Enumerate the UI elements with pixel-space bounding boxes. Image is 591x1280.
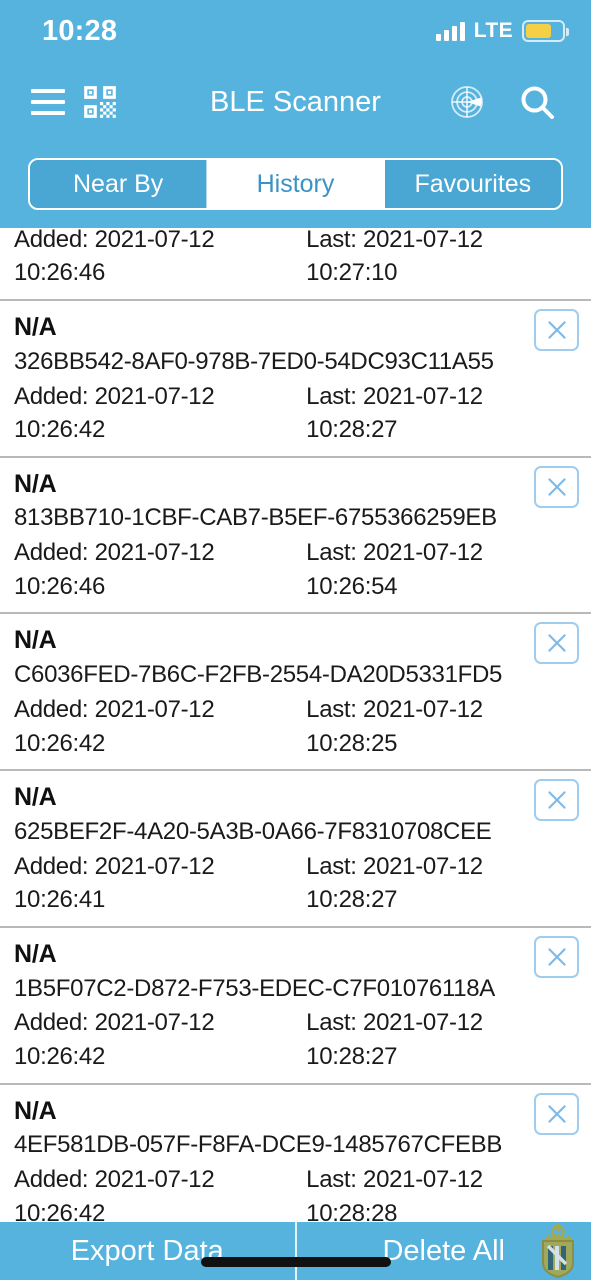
qr-code-icon[interactable] bbox=[74, 76, 126, 128]
device-name: N/A bbox=[14, 469, 57, 498]
segmented-tab-bar: Near By History Favourites bbox=[28, 158, 563, 210]
device-uuid: C6036FED-7B6C-F2FB-2554-DA20D5331FD5 bbox=[14, 661, 503, 689]
device-added-time: Added: 2021-07-12 10:26:46 bbox=[14, 539, 215, 600]
device-timestamps: Added: 2021-07-12 10:26:42 Last: 2021-07… bbox=[14, 693, 577, 760]
device-last-seen-time: Last: 2021-07-12 10:28:28 bbox=[306, 1166, 483, 1222]
device-name: N/A bbox=[14, 312, 57, 341]
table-row[interactable]: 5524A5CD-40BA-4A9B-4761-A89074D0D2C6 Add… bbox=[0, 228, 591, 301]
device-name: N/A bbox=[14, 626, 57, 655]
device-timestamps: Added: 2021-07-12 10:26:46 Last: 2021-07… bbox=[14, 228, 577, 290]
phone-screen: 10:28 LTE BLE Scanner Near By History Fa… bbox=[0, 0, 591, 1280]
device-name: N/A bbox=[14, 783, 57, 812]
device-last-seen-time: Last: 2021-07-12 10:28:25 bbox=[306, 696, 483, 757]
tab-bar-container: Near By History Favourites bbox=[0, 142, 591, 228]
table-row[interactable]: N/A 4EF581DB-057F-F8FA-DCE9-1485767CFEBB… bbox=[0, 1084, 591, 1222]
status-bar-indicators: LTE bbox=[435, 19, 569, 43]
table-row[interactable]: N/A 813BB710-1CBF-CAB7-B5EF-6755366259EB… bbox=[0, 457, 591, 615]
device-name: N/A bbox=[14, 939, 57, 968]
close-x-icon[interactable] bbox=[534, 622, 579, 665]
tab-favourites[interactable]: Favourites bbox=[384, 160, 561, 208]
close-x-icon[interactable] bbox=[534, 779, 579, 822]
tab-history[interactable]: History bbox=[207, 160, 385, 208]
home-indicator[interactable] bbox=[200, 1257, 391, 1267]
app-header: BLE Scanner bbox=[0, 62, 591, 142]
battery-fill bbox=[526, 24, 552, 38]
device-added-time: Added: 2021-07-12 10:26:41 bbox=[14, 852, 215, 914]
device-added-time: Added: 2021-07-12 10:26:42 bbox=[14, 382, 215, 444]
device-last-seen-time: Last: 2021-07-12 10:27:10 bbox=[306, 228, 483, 287]
device-timestamps: Added: 2021-07-12 10:26:42 Last: 2021-07… bbox=[14, 1163, 577, 1222]
export-data-button[interactable]: Export Data bbox=[0, 1222, 295, 1280]
device-timestamps: Added: 2021-07-12 10:26:42 Last: 2021-07… bbox=[14, 1006, 577, 1073]
coat-of-arms-watermark-icon bbox=[531, 1220, 585, 1279]
tab-near-by[interactable]: Near By bbox=[30, 160, 208, 208]
close-x-icon[interactable] bbox=[534, 308, 579, 351]
network-type-label: LTE bbox=[473, 19, 513, 42]
device-last-seen-time: Last: 2021-07-12 10:28:27 bbox=[306, 382, 483, 444]
device-uuid: 326BB542-8AF0-978B-7ED0-54DC93C11A55 bbox=[14, 347, 494, 375]
device-timestamps: Added: 2021-07-12 10:26:41 Last: 2021-07… bbox=[14, 850, 577, 917]
close-x-icon[interactable] bbox=[534, 1092, 579, 1135]
device-timestamps: Added: 2021-07-12 10:26:42 Last: 2021-07… bbox=[14, 380, 577, 447]
device-uuid: 625BEF2F-4A20-5A3B-0A66-7F8310708CEE bbox=[14, 817, 492, 845]
hamburger-menu-icon[interactable] bbox=[22, 76, 74, 128]
device-last-seen-time: Last: 2021-07-12 10:28:27 bbox=[306, 1009, 483, 1071]
device-added-time: Added: 2021-07-12 10:26:42 bbox=[14, 696, 215, 757]
search-icon[interactable] bbox=[511, 76, 563, 128]
device-last-seen-time: Last: 2021-07-12 10:28:27 bbox=[306, 852, 483, 914]
device-uuid: 4EF581DB-057F-F8FA-DCE9-1485767CFEBB bbox=[14, 1131, 503, 1159]
close-x-icon[interactable] bbox=[534, 935, 579, 978]
device-uuid: 1B5F07C2-D872-F753-EDEC-C7F01076118A bbox=[14, 974, 496, 1002]
device-timestamps: Added: 2021-07-12 10:26:46 Last: 2021-07… bbox=[14, 536, 577, 603]
device-added-time: Added: 2021-07-12 10:26:42 bbox=[14, 1009, 215, 1071]
device-last-seen-time: Last: 2021-07-12 10:26:54 bbox=[306, 539, 483, 600]
table-row[interactable]: N/A 326BB542-8AF0-978B-7ED0-54DC93C11A55… bbox=[0, 300, 591, 458]
table-row[interactable]: N/A 625BEF2F-4A20-5A3B-0A66-7F8310708CEE… bbox=[0, 771, 591, 928]
close-x-icon[interactable] bbox=[534, 465, 579, 508]
device-history-list[interactable]: 5524A5CD-40BA-4A9B-4761-A89074D0D2C6 Add… bbox=[0, 228, 591, 1222]
table-row[interactable]: N/A 1B5F07C2-D872-F753-EDEC-C7F01076118A… bbox=[0, 927, 591, 1085]
table-row[interactable]: N/A C6036FED-7B6C-F2FB-2554-DA20D5331FD5… bbox=[0, 614, 591, 772]
radar-icon[interactable] bbox=[441, 76, 493, 128]
bottom-action-bar: Export Data Delete All bbox=[0, 1222, 591, 1280]
device-added-time: Added: 2021-07-12 10:26:42 bbox=[14, 1166, 215, 1222]
device-name: N/A bbox=[14, 1096, 57, 1125]
device-added-time: Added: 2021-07-12 10:26:46 bbox=[14, 228, 215, 287]
battery-icon bbox=[522, 20, 569, 42]
signal-bars-icon bbox=[435, 21, 465, 41]
status-bar: 10:28 LTE bbox=[0, 0, 591, 62]
status-bar-clock: 10:28 bbox=[42, 14, 118, 47]
device-uuid: 813BB710-1CBF-CAB7-B5EF-6755366259EB bbox=[14, 504, 497, 532]
